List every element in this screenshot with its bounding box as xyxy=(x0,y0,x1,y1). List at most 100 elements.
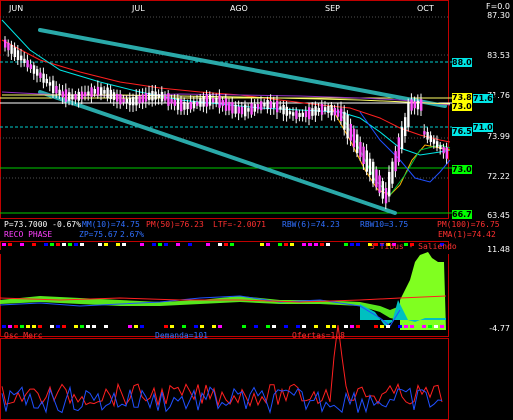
candle-body xyxy=(20,55,23,61)
signal-marker xyxy=(122,243,126,246)
candle-body xyxy=(77,91,80,101)
signal-marker xyxy=(428,325,432,328)
signal-marker xyxy=(20,325,24,328)
signal-marker xyxy=(266,243,270,246)
candle-body xyxy=(29,64,32,69)
candle-body xyxy=(218,95,221,108)
signal-marker xyxy=(206,243,210,246)
signal-marker xyxy=(98,243,102,246)
candle-body xyxy=(55,85,58,94)
candle-body xyxy=(208,94,212,106)
signal-marker xyxy=(440,325,444,328)
candle-body xyxy=(13,47,16,58)
candle-body xyxy=(231,102,234,114)
candle-body xyxy=(276,100,279,113)
signal-marker xyxy=(8,325,12,328)
signal-marker xyxy=(92,325,96,328)
candle-body xyxy=(170,98,173,104)
signal-marker xyxy=(230,243,234,246)
candle-body xyxy=(100,87,103,96)
signal-marker xyxy=(308,243,312,246)
candle-body xyxy=(356,134,359,154)
candle-body xyxy=(394,151,397,172)
price-readout: P=73.7000 -0.67% xyxy=(4,220,82,229)
candle-body xyxy=(212,97,215,103)
candle-body xyxy=(292,112,295,116)
candle-body xyxy=(237,106,240,114)
month-label-jun: JUN xyxy=(9,4,24,13)
candle-body xyxy=(247,108,250,112)
signal-marker xyxy=(104,325,108,328)
candle-body xyxy=(266,100,269,110)
candle-body xyxy=(378,175,381,193)
candle-body xyxy=(336,109,340,117)
candle-body xyxy=(183,101,186,110)
rbw10-readout: RBW10=3.75 xyxy=(360,220,409,229)
demanda-readout: Demanda=101 xyxy=(155,331,208,340)
ltf-readout: LTF=-2.0071 xyxy=(213,220,266,229)
candle-body xyxy=(282,104,285,115)
signal-marker xyxy=(332,325,336,328)
candle-body xyxy=(141,94,144,103)
candle-body xyxy=(340,108,343,122)
candle-body xyxy=(384,187,388,204)
signal-marker xyxy=(164,243,168,246)
signal-marker xyxy=(140,325,144,328)
pm50-readout: PM(50)=76.23 xyxy=(146,220,204,229)
candle-body xyxy=(125,98,128,104)
candle-body xyxy=(327,105,330,113)
candle-body xyxy=(90,87,93,97)
candle-body xyxy=(301,112,304,117)
candle-body xyxy=(407,102,410,128)
candle-body xyxy=(244,104,247,117)
signal-marker xyxy=(56,243,60,246)
candle-body xyxy=(314,106,317,116)
month-label-ago: AGO xyxy=(230,4,248,13)
signal-marker xyxy=(254,325,258,328)
candle-body xyxy=(228,101,231,111)
signal-marker xyxy=(128,325,132,328)
candle-body xyxy=(16,50,20,60)
pm100-readout: PM(100)=76.75 xyxy=(437,220,500,229)
candle-body xyxy=(128,97,132,106)
price-tag: 71.00 xyxy=(473,123,499,132)
price-tag: 88.09 xyxy=(452,58,478,67)
candle-body xyxy=(311,108,314,116)
signal-marker xyxy=(272,325,276,328)
signal-markers-bottom xyxy=(2,325,444,328)
candle-body xyxy=(4,39,7,48)
candle-body xyxy=(426,131,429,140)
candle-body xyxy=(112,92,116,100)
candle-body xyxy=(154,91,157,100)
candle-body xyxy=(42,73,45,83)
candle-body xyxy=(36,69,39,76)
signal-marker xyxy=(104,243,108,246)
signal-marker xyxy=(32,243,36,246)
signal-marker xyxy=(296,325,300,328)
signal-marker xyxy=(266,325,270,328)
y-axis-label: 63.45 xyxy=(487,211,510,220)
candle-body xyxy=(48,82,52,86)
signal-marker xyxy=(38,325,42,328)
candle-body xyxy=(410,99,413,111)
signal-marker xyxy=(314,325,318,328)
candle-body xyxy=(52,80,55,94)
signal-marker xyxy=(326,325,330,328)
month-label-oct: OCT xyxy=(417,4,434,13)
signal-marker xyxy=(278,243,282,246)
price-tag: 73.85 xyxy=(452,93,478,102)
candle-body xyxy=(164,95,167,101)
signal-marker xyxy=(326,243,330,246)
signal-marker xyxy=(344,325,348,328)
signal-marker xyxy=(398,325,402,328)
candle-body xyxy=(404,117,407,137)
candle-body xyxy=(391,161,394,184)
candle-body xyxy=(224,98,228,111)
candle-body xyxy=(186,102,189,110)
signal-marker xyxy=(188,243,192,246)
y-axis-label: 87.30 xyxy=(487,11,510,20)
candle-body xyxy=(202,96,205,107)
price-chart[interactable] xyxy=(0,0,513,420)
signal-marker xyxy=(404,325,408,328)
signal-marker xyxy=(386,325,390,328)
